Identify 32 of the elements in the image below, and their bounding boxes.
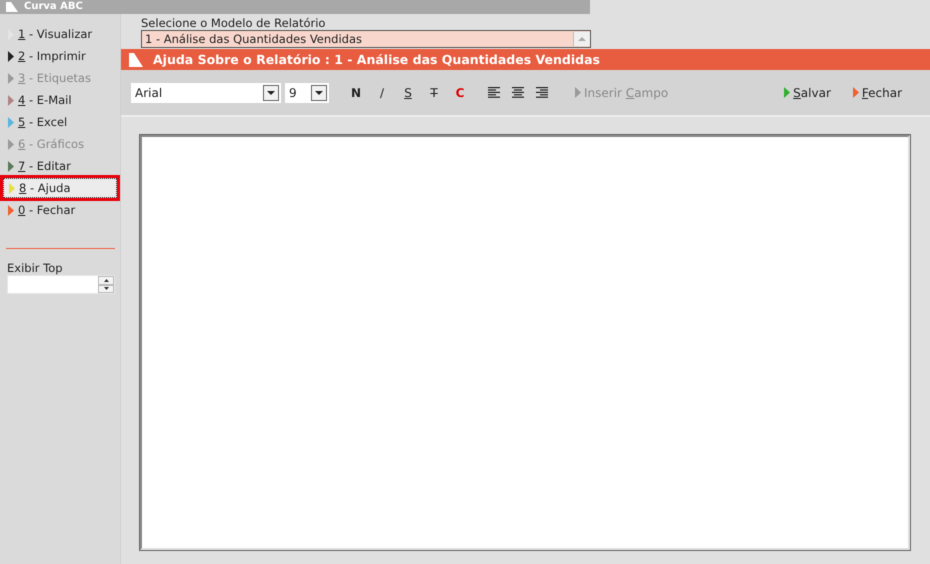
dropdown-caret-icon [267,90,275,94]
number-spinner-field[interactable] [7,275,115,294]
dropdown-caret-icon [315,90,323,94]
font-size-select[interactable]: 9 [285,82,329,102]
field-label: Exibir Top [6,261,64,275]
align-left-icon[interactable] [487,87,501,98]
up-caret-icon [578,37,586,41]
down-caret-icon [104,287,108,290]
align-right-icon[interactable] [535,87,549,98]
field-label: Selecione o Modelo de Relatório [141,16,326,30]
sidebar-item[interactable]: 0 - Fechar [3,200,117,220]
format-button[interactable]: / [371,86,393,100]
sidebar-item[interactable]: 2 - Imprimir [3,46,117,66]
sidebar-item[interactable]: 4 - E-Mail [3,90,117,110]
report-model-select[interactable]: 1 - Análise das Quantidades Vendidas [141,30,591,48]
font-select[interactable]: Arial [131,82,281,102]
dialog-title: Ajuda Sobre o Relatório : 1 - Análise das Quantidades Vendidas [153,52,600,67]
sidebar-item[interactable]: 7 - Editar [3,156,117,176]
sidebar-item[interactable]: 8 - Ajuda [3,178,117,198]
align-center-icon[interactable] [511,87,525,98]
format-button[interactable]: N [345,86,367,100]
logo-icon [129,52,143,66]
toolbar-action[interactable]: Fechar [852,86,902,100]
logo-icon [6,2,18,12]
toolbar-action[interactable]: Salvar [784,86,831,100]
sidebar-item[interactable]: 1 - Visualizar [3,24,117,44]
format-button[interactable]: S [397,86,419,100]
sidebar-item[interactable]: 5 - Excel [3,112,117,132]
window-title: Curva ABC [24,1,83,13]
up-caret-icon [104,278,108,282]
format-button[interactable]: T [423,86,445,100]
spin-up-button[interactable] [98,276,114,284]
